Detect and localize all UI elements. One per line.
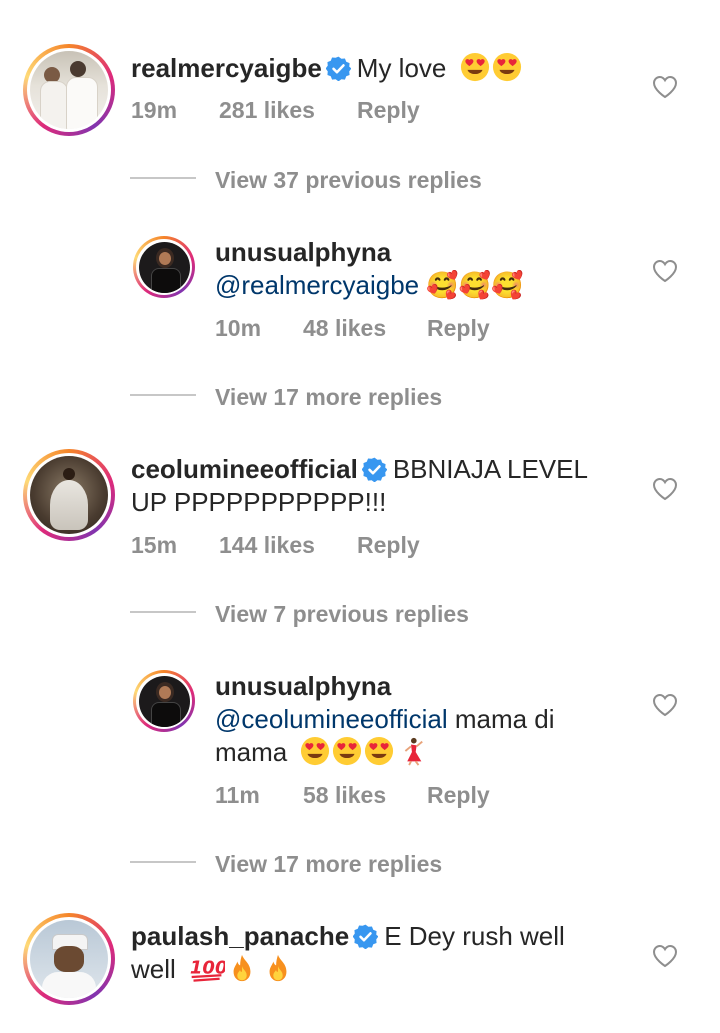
reply-text: unusualphyna @realmercyaigbe 🥰🥰🥰 <box>215 236 524 302</box>
comment-likes[interactable]: 144 likes <box>219 532 357 559</box>
reply-body: 🥰🥰🥰 <box>426 270 524 300</box>
replies-divider <box>130 177 196 179</box>
reply-time: 11m <box>215 782 260 808</box>
reply-body: mama di <box>454 704 555 734</box>
comment-body: BBNIAJA LEVEL <box>392 454 588 484</box>
reply-button[interactable]: Reply <box>427 782 490 809</box>
avatar-border <box>136 673 192 729</box>
view-replies-button[interactable]: View 37 previous replies <box>215 167 482 194</box>
view-replies-button[interactable]: View 17 more replies <box>215 384 442 411</box>
comment-username[interactable]: realmercyaigbe <box>131 53 322 83</box>
comment-body: My love <box>356 53 447 83</box>
replies-divider <box>130 861 196 863</box>
comment-username[interactable]: paulash_panache <box>131 921 349 951</box>
avatar-photo <box>30 456 108 534</box>
comment-body: E Dey rush well <box>384 921 565 951</box>
avatar-photo <box>138 675 190 727</box>
avatar[interactable] <box>23 44 115 136</box>
avatar-photo <box>30 51 108 129</box>
hundred-emoji <box>189 953 225 983</box>
heart-eyes-emoji <box>460 52 490 82</box>
reply-body-line2: mama <box>215 737 288 767</box>
reply-button[interactable]: Reply <box>427 315 490 342</box>
verified-badge-icon <box>362 457 387 482</box>
reply-mention[interactable]: @realmercyaigbe <box>215 270 419 300</box>
reply-username[interactable]: unusualphyna <box>215 237 391 267</box>
comment-likes[interactable]: 281 likes <box>219 97 357 124</box>
replies-divider <box>130 394 196 396</box>
comment-text: paulash_panache E Dey rush well well <box>131 920 565 986</box>
avatar-border <box>27 453 111 537</box>
reply-text: unusualphyna @ceolumineeofficial mama di… <box>215 670 555 769</box>
avatar-border <box>27 917 111 1001</box>
reply-mention[interactable]: @ceolumineeofficial <box>215 704 448 734</box>
heart-eyes-emoji <box>364 736 394 766</box>
heart-outline-icon[interactable] <box>652 259 678 283</box>
comment-username[interactable]: ceolumineeofficial <box>131 454 358 484</box>
avatar[interactable] <box>23 913 115 1005</box>
reply-username[interactable]: unusualphyna <box>215 671 391 701</box>
replies-divider <box>130 611 196 613</box>
reply-meta: 10m 48 likes Reply <box>215 315 490 342</box>
fire-emoji <box>227 953 257 983</box>
reply-likes[interactable]: 48 likes <box>303 315 427 342</box>
heart-outline-icon[interactable] <box>652 477 678 501</box>
comment-meta: 19m 281 likes Reply <box>131 97 420 124</box>
reply-likes[interactable]: 58 likes <box>303 782 427 809</box>
avatar-photo <box>138 241 190 293</box>
heart-outline-icon[interactable] <box>652 944 678 968</box>
heart-eyes-emoji <box>492 52 522 82</box>
comment-body-line2: UP PPPPPPPPPPP!!! <box>131 487 387 517</box>
dancer-emoji <box>396 736 426 766</box>
comment-time: 15m <box>131 532 178 558</box>
avatar-border <box>27 48 111 132</box>
comment-text: realmercyaigbe My love <box>131 52 524 85</box>
avatar-photo <box>30 920 108 998</box>
reply-time: 10m <box>215 315 262 341</box>
heart-eyes-emoji <box>300 736 330 766</box>
avatar[interactable] <box>23 449 115 541</box>
verified-badge-icon <box>326 56 351 81</box>
avatar[interactable] <box>133 670 195 732</box>
view-replies-button[interactable]: View 7 previous replies <box>215 601 469 628</box>
comment-text: ceolumineeofficial BBNIAJA LEVEL UP PPPPP… <box>131 453 588 519</box>
comment-meta: 15m 144 likes Reply <box>131 532 420 559</box>
heart-eyes-emoji <box>332 736 362 766</box>
comment-body-line2: well <box>131 954 176 984</box>
avatar[interactable] <box>133 236 195 298</box>
comment-time: 19m <box>131 97 178 123</box>
view-replies-button[interactable]: View 17 more replies <box>215 851 442 878</box>
heart-outline-icon[interactable] <box>652 75 678 99</box>
reply-meta: 11m 58 likes Reply <box>215 782 490 809</box>
reply-button[interactable]: Reply <box>357 97 420 124</box>
fire-emoji <box>263 953 293 983</box>
heart-outline-icon[interactable] <box>652 693 678 717</box>
verified-badge-icon <box>353 924 378 949</box>
reply-button[interactable]: Reply <box>357 532 420 559</box>
avatar-border <box>136 239 192 295</box>
